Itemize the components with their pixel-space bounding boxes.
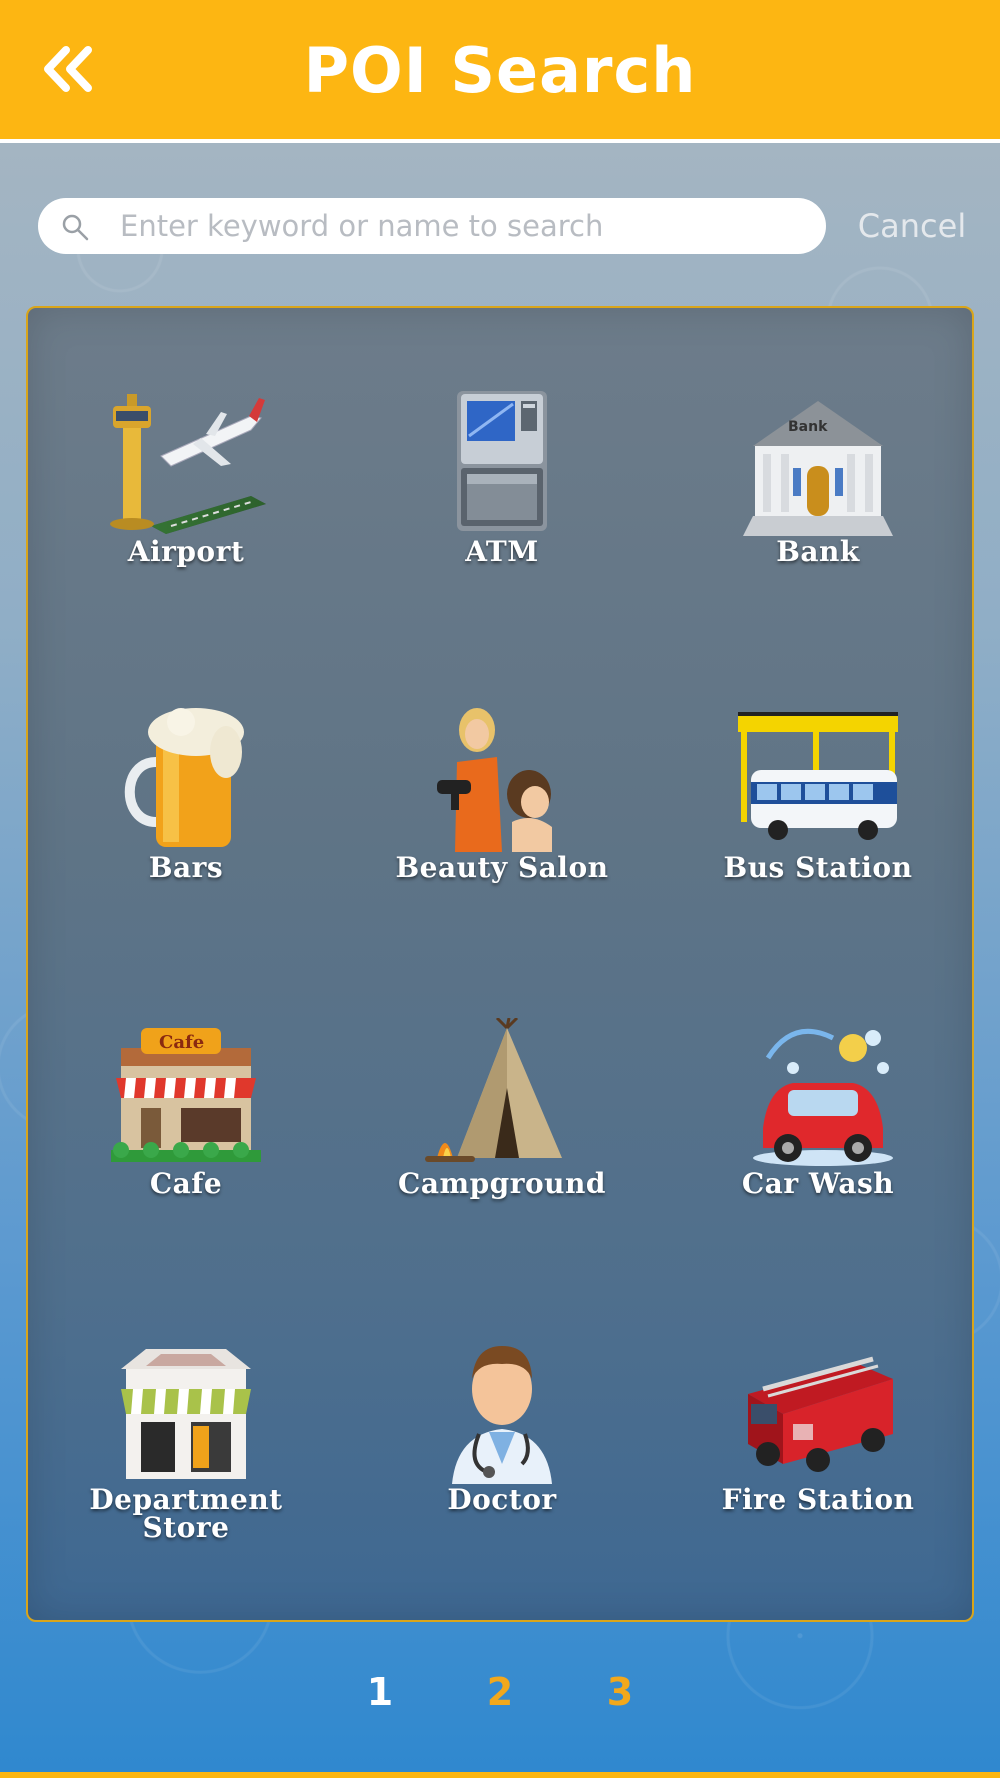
category-panel: Airport ATM Bank Bank Bars Beauty Salon … xyxy=(26,306,974,1622)
page-button-2[interactable]: 2 xyxy=(480,1670,520,1720)
category-label: Airport xyxy=(127,535,245,568)
category-beauty-salon[interactable]: Beauty Salon xyxy=(344,702,660,1018)
page-title: POI Search xyxy=(303,34,697,107)
category-label: Bus Station xyxy=(723,851,913,884)
category-label: Bars xyxy=(148,851,224,884)
fire-truck-icon xyxy=(748,1356,893,1472)
category-label: Campground xyxy=(398,1167,606,1200)
page-button-1[interactable]: 1 xyxy=(360,1670,400,1720)
category-label: Car Wash xyxy=(741,1167,895,1200)
category-campground[interactable]: Campground xyxy=(344,1018,660,1334)
car-wash-icon xyxy=(753,1028,893,1166)
category-atm[interactable]: ATM xyxy=(344,386,660,702)
category-airport[interactable]: Airport xyxy=(28,386,344,702)
category-doctor[interactable]: Doctor xyxy=(344,1334,660,1650)
search-box[interactable] xyxy=(38,198,826,254)
beer-mug-icon xyxy=(124,708,244,847)
bus-station-icon xyxy=(738,712,898,840)
category-bank[interactable]: Bank Bank xyxy=(660,386,976,702)
category-grid: Airport ATM Bank Bank Bars Beauty Salon … xyxy=(28,308,976,1624)
category-label: Beauty Salon xyxy=(395,851,609,884)
category-label: Department Store xyxy=(89,1483,283,1544)
category-bars[interactable]: Bars xyxy=(28,702,344,1018)
doctor-icon xyxy=(452,1346,552,1484)
category-car-wash[interactable]: Car Wash xyxy=(660,1018,976,1334)
header-bar: POI Search xyxy=(0,0,1000,143)
category-cafe[interactable]: Cafe Cafe xyxy=(28,1018,344,1334)
department-store-icon xyxy=(121,1349,251,1479)
tent-icon xyxy=(425,1018,562,1162)
beauty-salon-icon xyxy=(437,708,552,852)
category-department-store[interactable]: Department Store xyxy=(28,1334,344,1650)
bank-icon: Bank xyxy=(743,401,893,536)
svg-text:Cafe: Cafe xyxy=(159,1032,204,1053)
category-label: Fire Station xyxy=(721,1483,915,1516)
category-label: ATM xyxy=(465,535,539,568)
atm-icon xyxy=(457,391,547,531)
search-input[interactable] xyxy=(120,206,810,246)
category-fire-station[interactable]: Fire Station xyxy=(660,1334,976,1650)
page-button-3[interactable]: 3 xyxy=(600,1670,640,1720)
search-icon xyxy=(62,214,89,241)
pagination: 1 2 3 xyxy=(0,1670,1000,1720)
bottom-accent-bar xyxy=(0,1772,1000,1778)
category-label: Cafe xyxy=(149,1167,223,1200)
svg-text:Bank: Bank xyxy=(788,419,828,435)
category-label: Doctor xyxy=(447,1483,557,1516)
airport-icon xyxy=(110,394,266,534)
category-label: Bank xyxy=(776,535,860,568)
cancel-button[interactable]: Cancel xyxy=(852,206,972,246)
category-bus-station[interactable]: Bus Station xyxy=(660,702,976,1018)
cafe-icon: Cafe xyxy=(111,1028,261,1162)
